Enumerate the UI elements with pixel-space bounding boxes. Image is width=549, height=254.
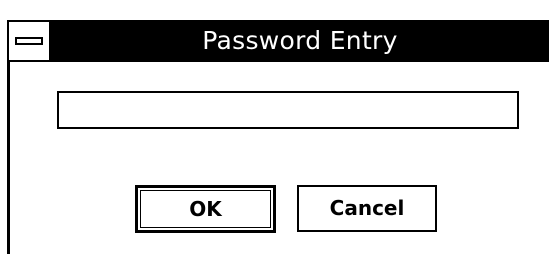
cancel-button-label: Cancel: [329, 196, 405, 220]
password-input[interactable]: [57, 91, 519, 129]
ok-button-focus-border: [140, 190, 271, 228]
system-menu-icon: [15, 37, 43, 45]
ok-button[interactable]: OK: [135, 185, 276, 233]
system-menu-button[interactable]: [7, 20, 51, 62]
cancel-button[interactable]: Cancel: [297, 185, 437, 232]
window-title: Password Entry: [202, 26, 398, 55]
